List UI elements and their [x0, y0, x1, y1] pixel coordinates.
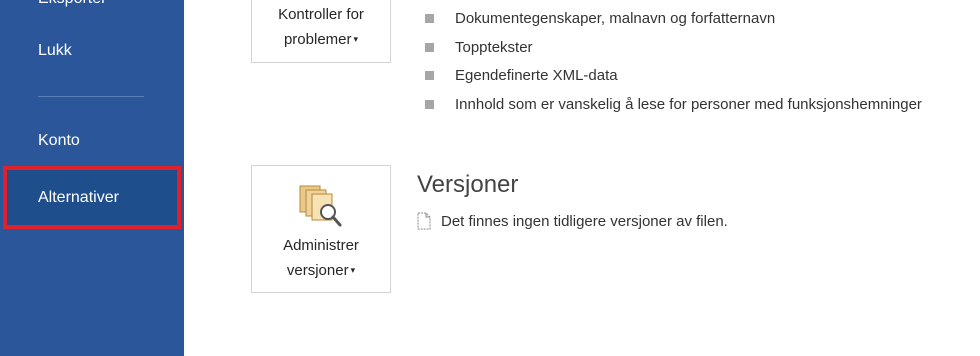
sidebar-divider	[38, 96, 144, 97]
list-item: Dokumentegenskaper, malnavn og forfatter…	[424, 6, 922, 35]
list-item: Innhold som er vanskelig å lese for pers…	[424, 92, 922, 121]
manage-versions-label-2: versjoner ▾	[286, 262, 356, 279]
list-item: Egendefinerte XML-data	[424, 63, 922, 92]
chevron-down-icon: ▾	[353, 34, 359, 44]
sidebar-item-options[interactable]: Alternativer	[38, 189, 119, 207]
sidebar-item-close[interactable]: Lukk	[38, 42, 72, 60]
bullet-square-icon	[425, 71, 434, 80]
manage-versions-button[interactable]: Administrer versjoner ▾	[251, 165, 391, 293]
bullet-square-icon	[425, 14, 434, 23]
list-item: Topptekster	[424, 35, 922, 64]
document-icon	[417, 212, 431, 230]
backstage-sidebar: Eksporter Lukk Konto Alternativer	[0, 0, 184, 356]
versions-magnifier-icon	[299, 185, 342, 227]
bullet-square-icon	[425, 99, 434, 109]
versions-info: Det finnes ingen tidligere versjoner av …	[417, 212, 728, 230]
versions-heading: Versjoner	[417, 171, 519, 198]
versions-info-text: Det finnes ingen tidligere versjoner av …	[441, 213, 728, 230]
sidebar-item-account[interactable]: Konto	[38, 132, 80, 150]
check-for-issues-label-2: problemer ▾	[283, 31, 359, 48]
bullet-square-icon	[425, 42, 434, 52]
check-for-issues-button[interactable]: Kontroller for problemer ▾	[251, 0, 391, 63]
sidebar-item-export[interactable]: Eksporter	[38, 0, 106, 8]
chevron-down-icon: ▾	[350, 265, 356, 275]
check-for-issues-label-1: Kontroller for	[278, 6, 364, 23]
inspect-bullet-list: Dokumentegenskaper, malnavn og forfatter…	[424, 6, 922, 120]
manage-versions-label-1: Administrer	[283, 237, 359, 254]
main-content: Kontroller for problemer ▾ Dokumentegensk…	[184, 0, 980, 356]
